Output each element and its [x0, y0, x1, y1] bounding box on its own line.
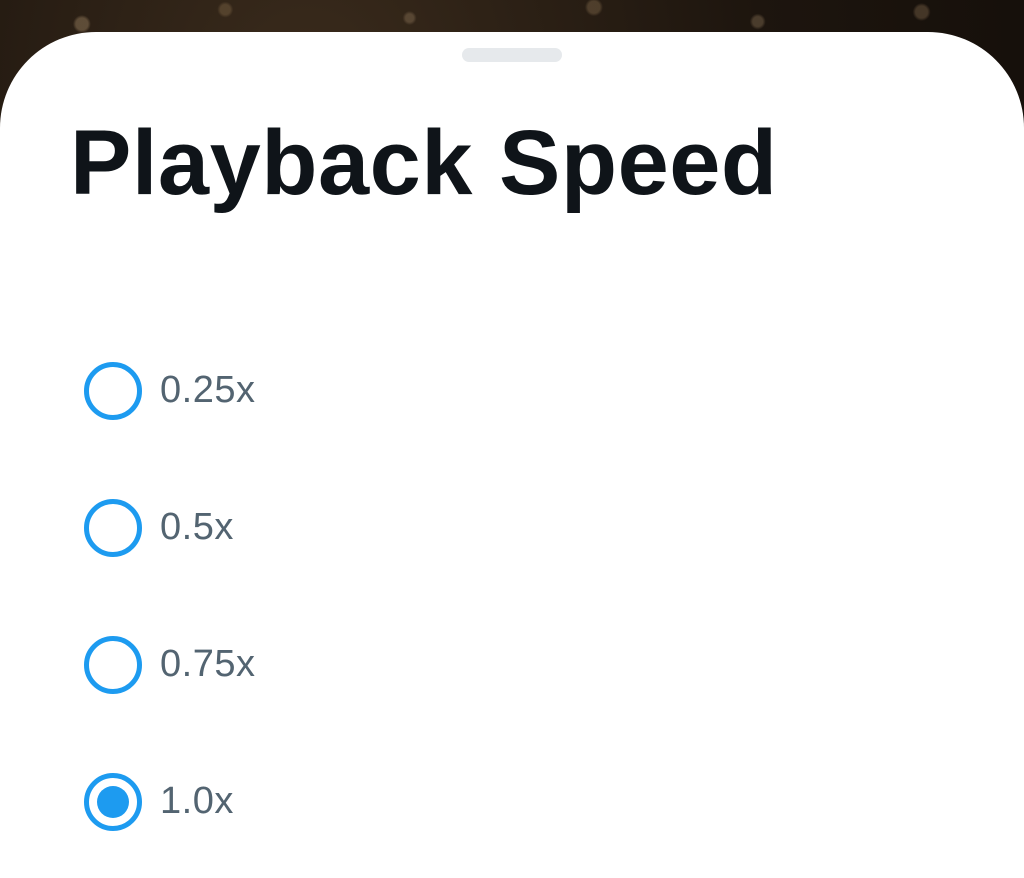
radio-button[interactable] — [84, 635, 142, 694]
speed-option-1-0x[interactable]: 1.0x — [84, 733, 944, 870]
radio-button-selected[interactable] — [84, 772, 142, 831]
sheet-drag-handle[interactable] — [462, 48, 562, 62]
sheet-title: Playback Speed — [70, 112, 778, 214]
speed-option-0-75x[interactable]: 0.75x — [84, 596, 944, 733]
speed-option-label: 1.0x — [160, 780, 234, 822]
speed-option-0-5x[interactable]: 0.5x — [84, 459, 944, 596]
speed-option-label: 0.25x — [160, 369, 256, 411]
speed-option-label: 0.75x — [160, 643, 256, 685]
playback-speed-sheet: Playback Speed 0.25x 0.5x 0.75x 1.0x — [0, 32, 1024, 878]
speed-option-label: 0.5x — [160, 506, 234, 548]
radio-button[interactable] — [84, 361, 142, 420]
radio-button[interactable] — [84, 498, 142, 557]
speed-option-0-25x[interactable]: 0.25x — [84, 322, 944, 459]
speed-options-list: 0.25x 0.5x 0.75x 1.0x — [84, 322, 944, 870]
